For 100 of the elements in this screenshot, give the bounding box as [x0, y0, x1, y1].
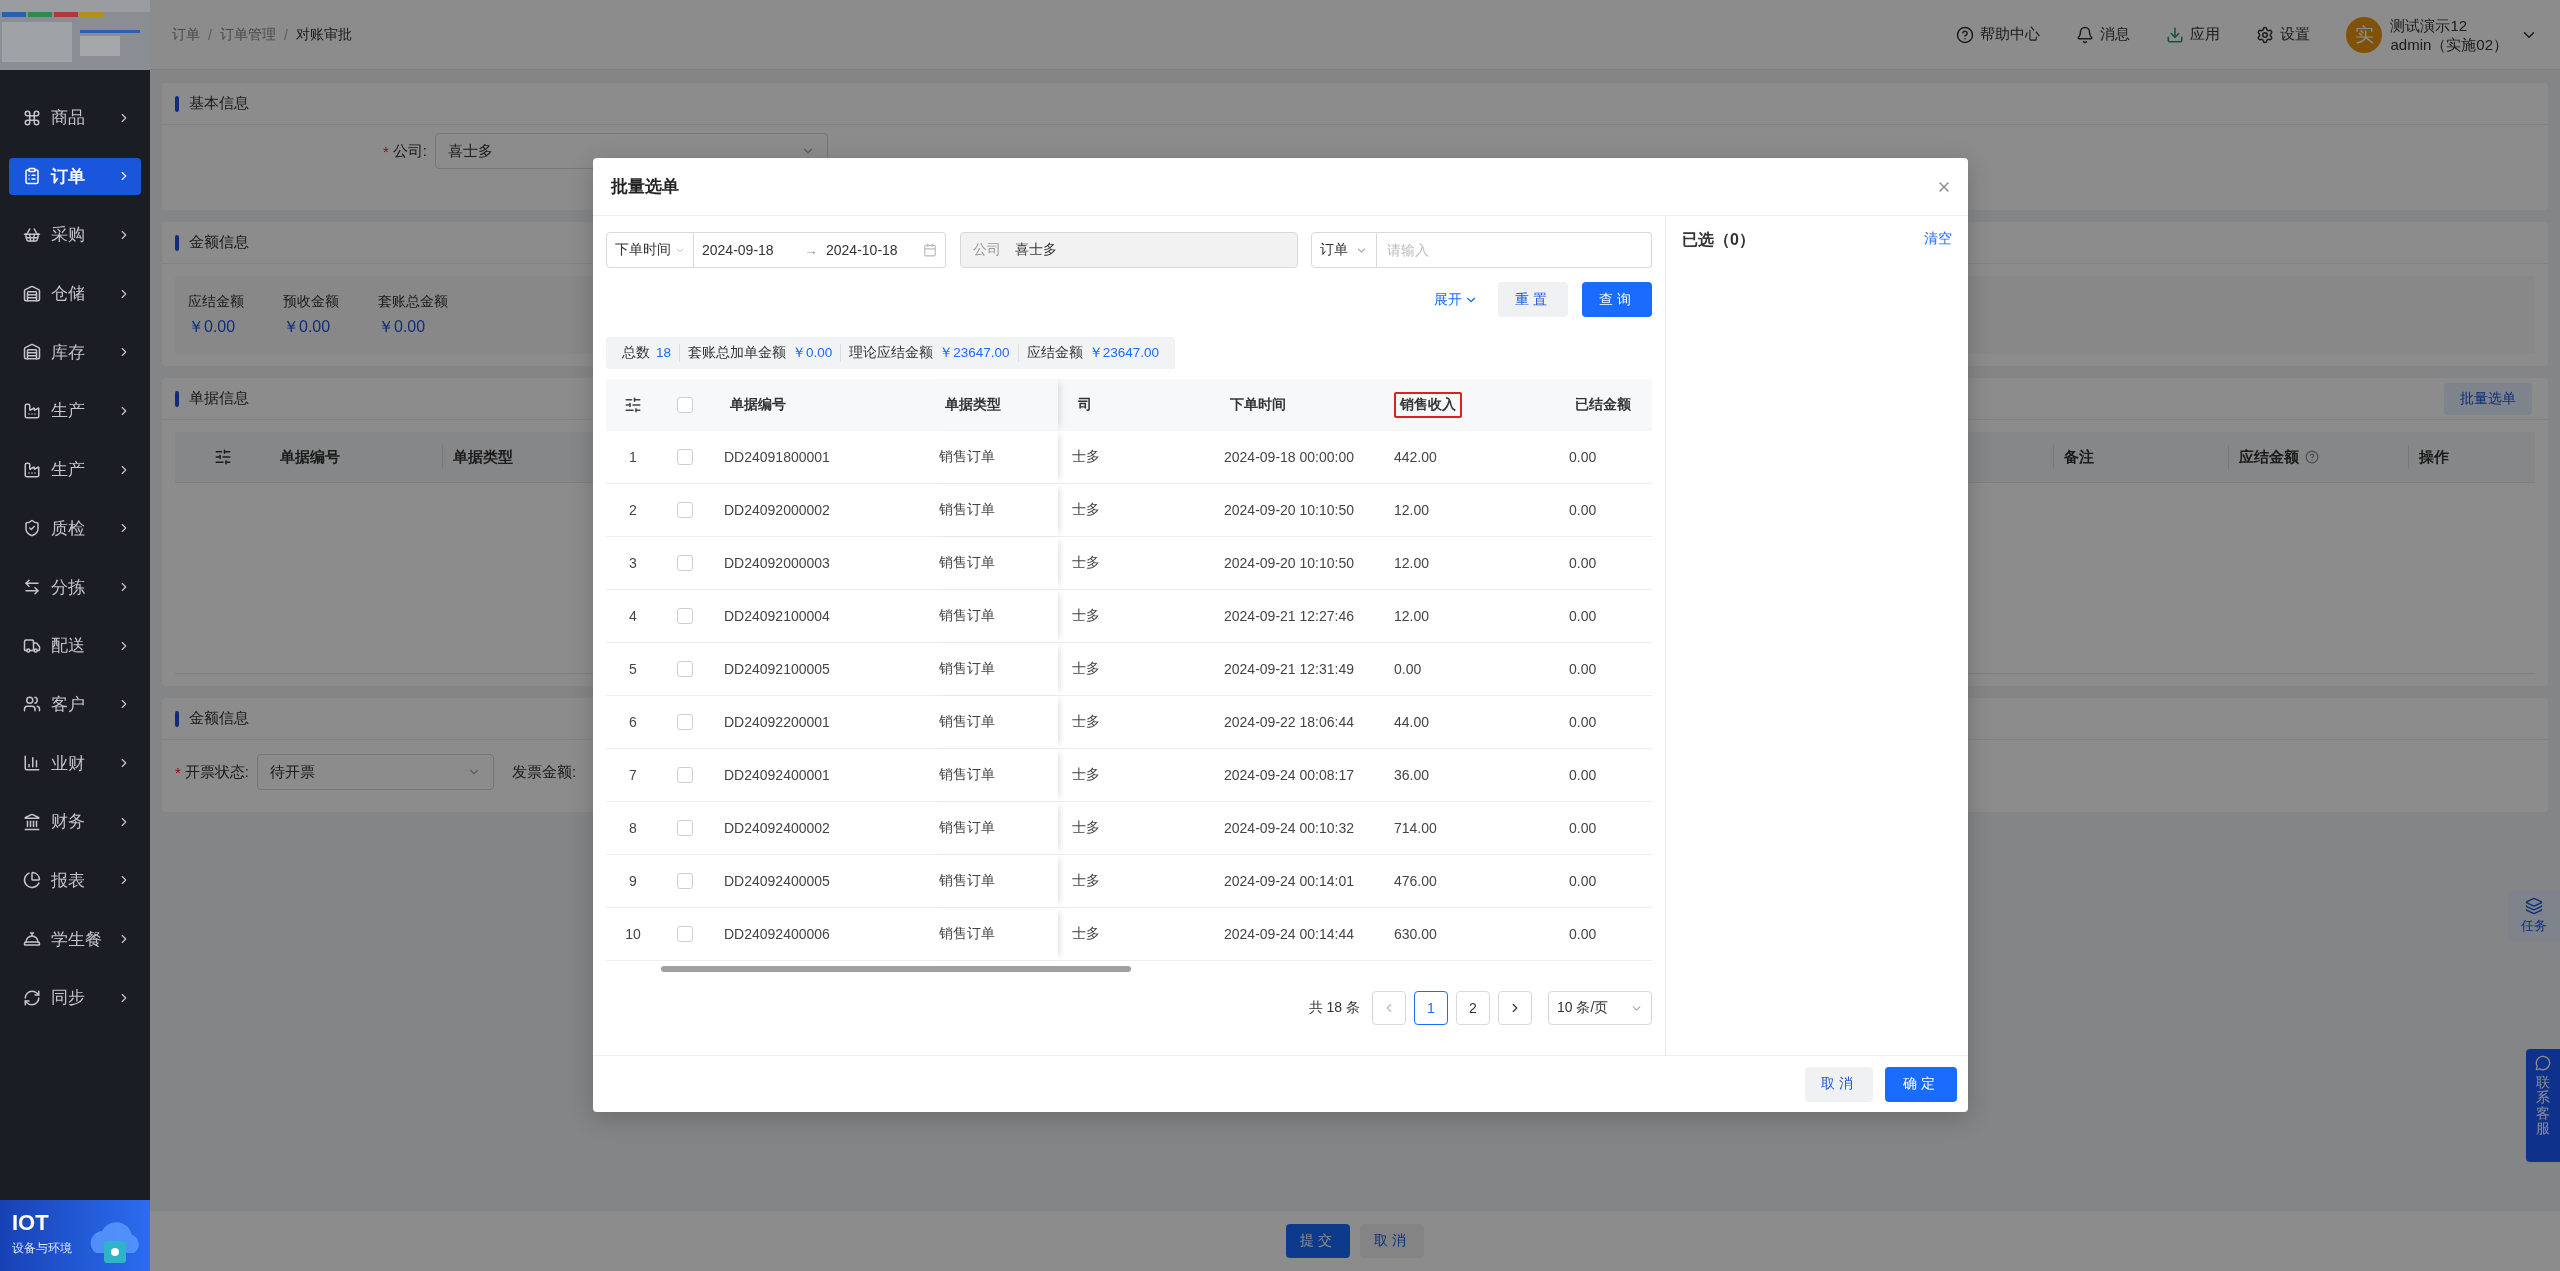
- section-title: 单据信息: [189, 389, 249, 408]
- summary-item: 应结金额 ￥23647.00: [1017, 344, 1167, 362]
- menu-item[interactable]: 配送: [9, 627, 141, 665]
- table-cell: DD24092400005: [724, 873, 830, 889]
- row-number: 10: [624, 925, 642, 944]
- summary-item: 总数 18: [621, 344, 673, 362]
- table-cell: 销售订单: [939, 872, 995, 890]
- header-link[interactable]: 设置: [2256, 25, 2311, 44]
- reset-button[interactable]: 重置: [1498, 282, 1568, 317]
- table-cell: DD24092400001: [724, 767, 830, 783]
- breadcrumb-link[interactable]: 对账审批: [295, 25, 352, 44]
- menu-item[interactable]: 库存: [9, 333, 141, 371]
- table-cell: DD24092200001: [724, 714, 830, 730]
- confirm-button[interactable]: 确定: [1885, 1066, 1957, 1102]
- table-cell: 士多: [1072, 819, 1100, 837]
- table-cell: 0.00: [1569, 608, 1597, 624]
- query-button[interactable]: 查询: [1582, 282, 1652, 317]
- total-count: 共 18 条: [1308, 999, 1360, 1017]
- table-cell: 2024-09-21 12:27:46: [1224, 608, 1354, 624]
- section-title: 金额信息: [189, 233, 249, 252]
- column-header: 应结金额: [2239, 447, 2299, 467]
- menu-item[interactable]: 客户: [9, 685, 141, 723]
- user-name: 测试演示12: [2390, 15, 2469, 35]
- menu-item[interactable]: 业财: [9, 744, 141, 782]
- table-cell: DD24091800001: [724, 449, 830, 465]
- menu-item[interactable]: 订单: [9, 157, 141, 195]
- row-number: 8: [628, 819, 638, 838]
- tasks-button[interactable]: 任务: [2508, 891, 2560, 941]
- table-cell: 2024-09-24 00:14:44: [1224, 926, 1354, 942]
- table-cell: 0.00: [1569, 820, 1597, 836]
- header-link[interactable]: 消息: [2076, 25, 2131, 44]
- status-select[interactable]: 待开票: [257, 754, 494, 790]
- page-button[interactable]: 2: [1456, 991, 1490, 1025]
- user-role: admin（实施02）: [2390, 34, 2508, 54]
- iot-banner[interactable]: IOT 设备与环境: [0, 1200, 150, 1271]
- table-cell: 2024-09-20 10:10:50: [1224, 555, 1354, 571]
- menu-item[interactable]: 财务: [9, 803, 141, 841]
- support-button[interactable]: 联系客服: [2526, 1049, 2560, 1162]
- company-field: 公司 喜士多: [959, 232, 1298, 268]
- menu-item[interactable]: 同步: [9, 979, 141, 1017]
- page-size-select[interactable]: 10 条/页: [1548, 991, 1652, 1025]
- table-cell: 714.00: [1394, 820, 1437, 836]
- required-mark: *: [383, 142, 389, 160]
- column-header: 单据类型: [453, 447, 513, 467]
- header-link[interactable]: 帮助中心: [1956, 25, 2041, 44]
- column-header: 销售收入: [1394, 392, 1462, 418]
- required-mark: *: [175, 763, 181, 781]
- row-number: 5: [628, 660, 638, 679]
- summary-item: 套账总加单金额 ￥0.00: [679, 344, 841, 362]
- menu-item[interactable]: 分拣: [9, 568, 141, 606]
- menu-item[interactable]: 仓储: [9, 275, 141, 313]
- search-type-select[interactable]: 订单: [1311, 232, 1377, 268]
- column-header: 司: [1077, 395, 1093, 414]
- table-cell: 0.00: [1569, 661, 1597, 677]
- batch-select-button[interactable]: 批量选单: [2444, 382, 2532, 415]
- cancel-button[interactable]: 取消: [1805, 1066, 1873, 1102]
- page-button[interactable]: 1: [1414, 991, 1448, 1025]
- row-number: 3: [628, 554, 638, 573]
- menu-item[interactable]: 报表: [9, 861, 141, 899]
- column-header: 单据类型: [944, 395, 1002, 414]
- table-cell: 0.00: [1569, 502, 1597, 518]
- date-type-select[interactable]: 下单时间: [606, 232, 694, 268]
- column-header: 单据编号: [729, 395, 787, 414]
- summary-item: 理论应结金额 ￥23647.00: [840, 344, 1018, 362]
- table-cell: 0.00: [1394, 661, 1422, 677]
- table-cell: 士多: [1072, 448, 1100, 466]
- menu-item[interactable]: 采购: [9, 216, 141, 254]
- stat-label: 应结金额: [188, 292, 245, 311]
- menu-item[interactable]: 生产: [9, 392, 141, 430]
- column-header: 备注: [2064, 447, 2094, 467]
- table-cell: 442.00: [1394, 449, 1437, 465]
- row-number: 7: [628, 766, 638, 785]
- table-cell: 销售订单: [939, 660, 995, 678]
- table-cell: 630.00: [1394, 926, 1437, 942]
- table-cell: 士多: [1072, 766, 1100, 784]
- cancel-button[interactable]: 取消: [1360, 1224, 1424, 1258]
- menu-item[interactable]: 学生餐: [9, 920, 141, 958]
- menu-item[interactable]: 质检: [9, 509, 141, 547]
- table-cell: 12.00: [1394, 502, 1430, 518]
- table-cell: 2024-09-22 18:06:44: [1224, 714, 1354, 730]
- header-link[interactable]: 应用: [2166, 25, 2221, 44]
- expand-link[interactable]: 展开: [1434, 290, 1478, 309]
- table-cell: DD24092000002: [724, 502, 830, 518]
- table-cell: 销售订单: [939, 607, 995, 625]
- date-range-field[interactable]: 2024-09-18 → 2024-10-18: [694, 232, 946, 268]
- table-cell: 36.00: [1394, 767, 1430, 783]
- menu-item[interactable]: 商品: [9, 99, 141, 136]
- table-cell: 0.00: [1569, 714, 1597, 730]
- submit-button[interactable]: 提交: [1286, 1224, 1350, 1258]
- user-avatar: 实: [2346, 16, 2383, 53]
- field-label: 开票状态:: [184, 762, 249, 782]
- search-field[interactable]: 请输入: [1377, 232, 1652, 268]
- table-cell: 2024-09-24 00:10:32: [1224, 820, 1354, 836]
- column-header: 已结金额: [1574, 395, 1632, 414]
- table-cell: DD24092400006: [724, 926, 830, 942]
- menu-item[interactable]: 生产: [9, 451, 141, 489]
- clear-link[interactable]: 清空: [1924, 230, 1952, 248]
- table-cell: 销售订单: [939, 554, 995, 572]
- stat-value: ￥0.00: [283, 316, 332, 337]
- table-cell: 0.00: [1569, 926, 1597, 942]
